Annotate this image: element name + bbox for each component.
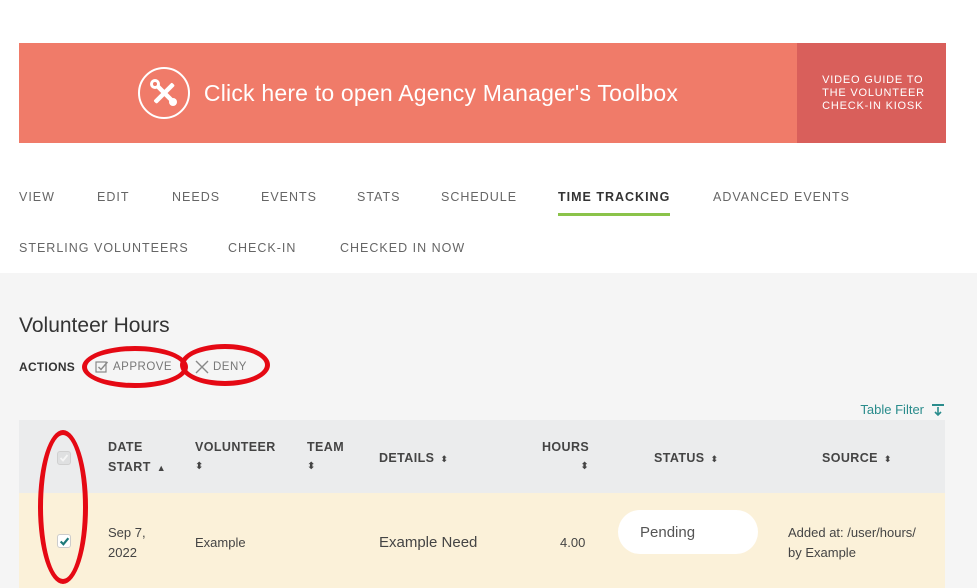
- cell-hours: 4.00: [560, 535, 586, 550]
- page-title: Volunteer Hours: [19, 314, 170, 337]
- column-header-hours[interactable]: HOURS ⬍: [542, 437, 589, 477]
- tab-schedule[interactable]: SCHEDULE: [441, 190, 517, 204]
- toolbox-banner-text: Click here to open Agency Manager's Tool…: [203, 79, 679, 106]
- date-line2: 2022: [108, 545, 137, 560]
- deny-label: DENY: [213, 361, 247, 373]
- volunteer-header-label: VOLUNTEER: [195, 440, 276, 454]
- video-guide-line1: VIDEO GUIDE TO: [822, 73, 924, 86]
- team-header-label: TEAM: [307, 440, 345, 454]
- actions-bar: ACTIONS APPROVE DENY: [19, 360, 246, 374]
- cell-date-start: Sep 7, 2022: [108, 523, 146, 563]
- tab-checked-in-now[interactable]: CHECKED IN NOW: [340, 241, 465, 255]
- tab-edit[interactable]: EDIT: [97, 190, 129, 204]
- source-line2: by Example: [788, 545, 856, 560]
- sort-icon: ⬍: [883, 454, 892, 464]
- column-header-date-start[interactable]: DATE START ▲: [108, 437, 166, 478]
- tab-advanced-events[interactable]: ADVANCED EVENTS: [713, 190, 850, 204]
- date-line1: Sep 7,: [108, 525, 146, 540]
- tab-time-tracking-label: TIME TRACKING: [558, 190, 671, 204]
- tab-events[interactable]: EVENTS: [261, 190, 317, 204]
- column-header-source[interactable]: SOURCE ⬍: [822, 448, 892, 469]
- sort-icon: ⬍: [195, 461, 204, 472]
- tools-icon: [137, 67, 190, 119]
- column-header-volunteer[interactable]: VOLUNTEER ⬍: [195, 437, 276, 477]
- approve-label: APPROVE: [113, 361, 173, 373]
- video-guide-line2: THE VOLUNTEER: [822, 86, 925, 99]
- deny-button[interactable]: DENY: [195, 360, 247, 374]
- sort-icon: ⬍: [307, 461, 316, 472]
- source-line1: Added at: /user/hours/: [788, 525, 916, 540]
- cell-volunteer[interactable]: Example: [195, 533, 246, 553]
- table-filter-label: Table Filter: [860, 402, 924, 417]
- source-header-label: SOURCE: [822, 451, 878, 465]
- sort-icon: ⬍: [580, 461, 590, 472]
- table-row[interactable]: Sep 7, 2022 Example Example Need 4.00 Pe…: [19, 493, 945, 588]
- sort-icon: ⬍: [440, 454, 449, 464]
- column-header-team[interactable]: TEAM ⬍: [307, 437, 344, 477]
- toolbox-banner: Click here to open Agency Manager's Tool…: [19, 43, 946, 143]
- table-filter-button[interactable]: Table Filter: [860, 402, 944, 417]
- sort-icon: ⬍: [710, 454, 719, 464]
- tab-stats[interactable]: STATS: [357, 190, 400, 204]
- tab-view[interactable]: VIEW: [19, 190, 55, 204]
- close-icon: [195, 360, 209, 374]
- checkbox-check-icon: [95, 361, 109, 373]
- date-header-line1: DATE: [108, 440, 143, 454]
- status-header-label: STATUS: [654, 451, 705, 465]
- table-header: DATE START ▲ VOLUNTEER ⬍ TEAM ⬍ DETAILS ⬍ …: [19, 420, 945, 493]
- status-select[interactable]: Pending: [618, 510, 758, 554]
- active-tab-underline: [558, 213, 671, 216]
- column-header-details[interactable]: DETAILS ⬍: [379, 448, 448, 469]
- details-header-label: DETAILS: [379, 451, 435, 465]
- tab-sterling-volunteers[interactable]: STERLING VOLUNTEERS: [19, 241, 189, 255]
- checkmark-icon: [59, 537, 69, 546]
- open-toolbox-button[interactable]: Click here to open Agency Manager's Tool…: [19, 43, 797, 143]
- column-header-status[interactable]: STATUS ⬍: [654, 448, 719, 469]
- status-value: Pending: [640, 523, 696, 541]
- tab-check-in[interactable]: CHECK-IN: [228, 241, 296, 255]
- select-all-checkbox[interactable]: [57, 451, 71, 465]
- sort-ascending-icon: ▲: [156, 463, 167, 473]
- cell-details[interactable]: Example Need: [379, 533, 477, 553]
- filter-icon: [932, 403, 944, 416]
- approve-button[interactable]: APPROVE: [95, 360, 172, 374]
- row-select-checkbox[interactable]: [57, 534, 71, 548]
- video-guide-link[interactable]: VIDEO GUIDE TO THE VOLUNTEER CHECK-IN KI…: [797, 43, 946, 143]
- video-guide-line3: CHECK-IN KIOSK: [822, 99, 924, 112]
- hours-header-label: HOURS: [542, 440, 590, 454]
- tab-time-tracking[interactable]: TIME TRACKING: [558, 190, 671, 216]
- cell-source: Added at: /user/hours/ by Example: [788, 523, 916, 563]
- checkmark-icon: [59, 454, 69, 462]
- tab-needs[interactable]: NEEDS: [172, 190, 220, 204]
- actions-label: ACTIONS: [19, 360, 76, 374]
- date-header-line2: START: [108, 460, 151, 474]
